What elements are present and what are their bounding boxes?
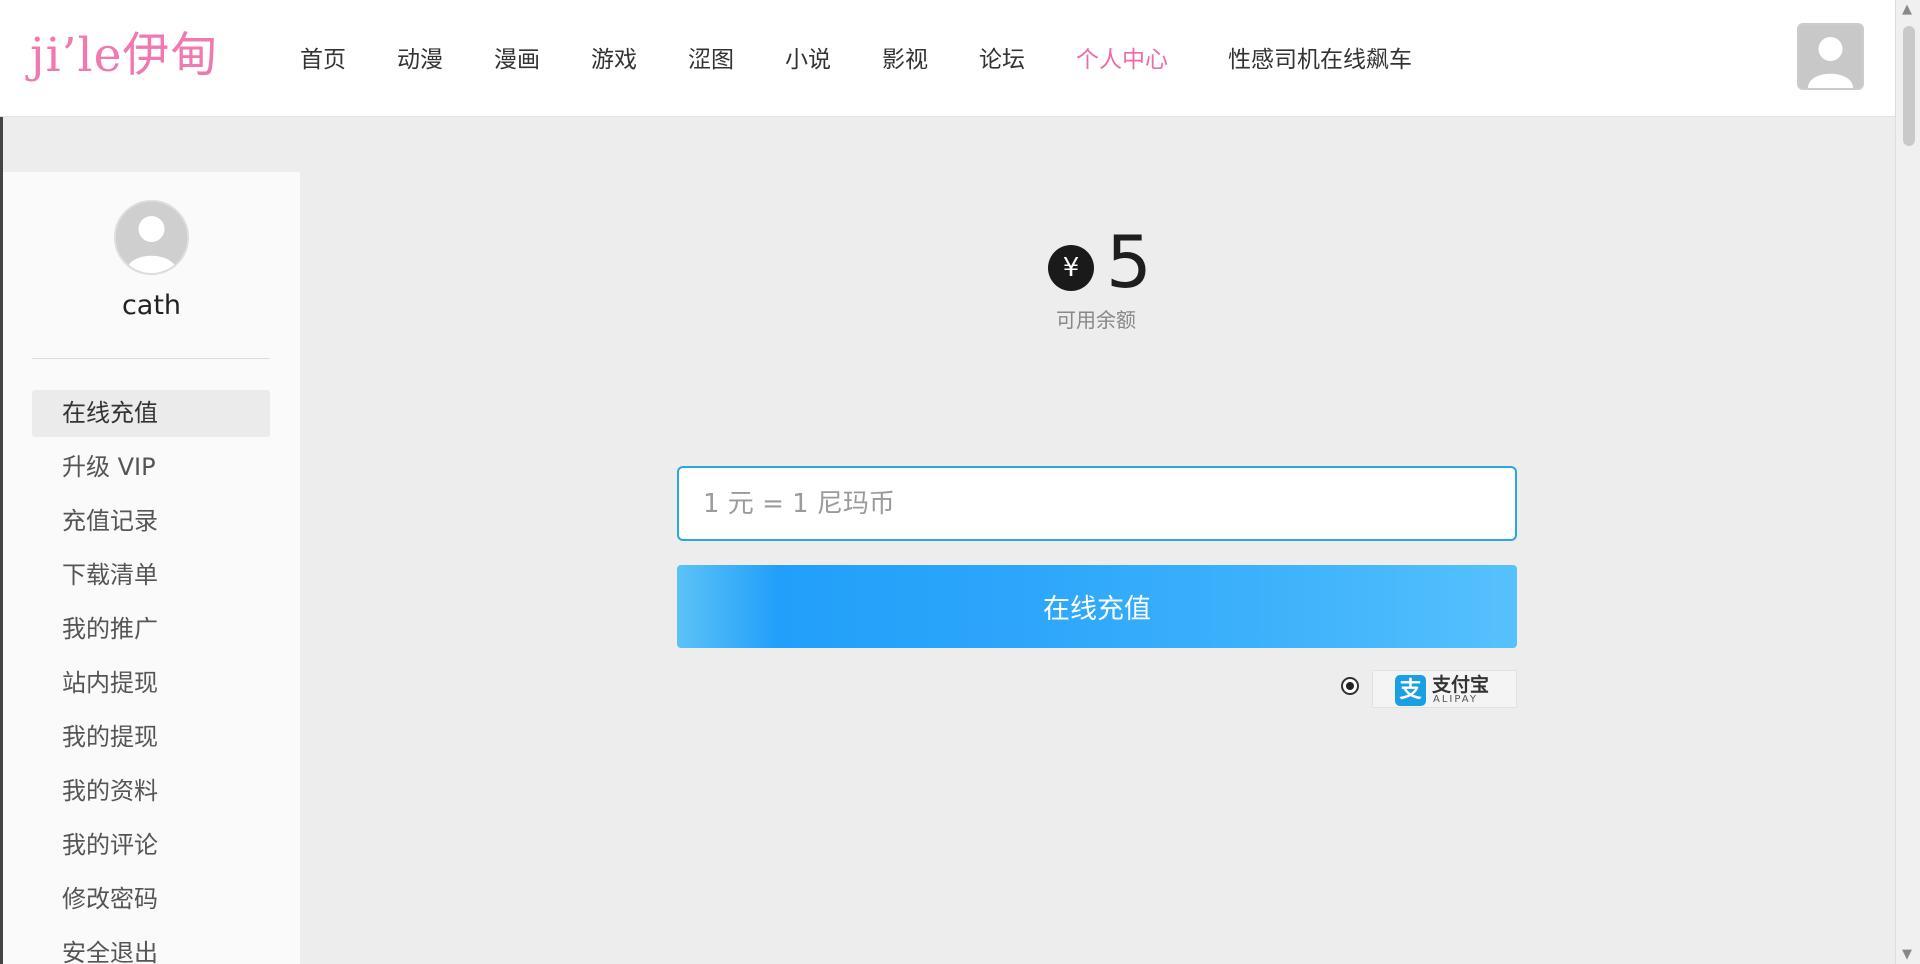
sidebar-item-recharge-history[interactable]: 充值记录 bbox=[32, 498, 270, 545]
nav-driver-online[interactable]: 性感司机在线飙车 bbox=[1228, 40, 1412, 80]
alipay-radio[interactable] bbox=[1341, 677, 1359, 695]
nav-anime[interactable]: 动漫 bbox=[397, 40, 443, 80]
yen-icon: ¥ bbox=[1048, 245, 1094, 291]
balance-display: ¥ 5 可用余额 bbox=[1046, 222, 1196, 342]
sidebar-item-upgrade-vip[interactable]: 升级 VIP bbox=[32, 444, 270, 491]
site-logo[interactable]: ji’le伊甸 bbox=[30, 28, 218, 84]
sidebar-divider bbox=[32, 358, 270, 359]
scroll-up-icon[interactable]: ▲ bbox=[1902, 2, 1912, 17]
username: cath bbox=[121, 290, 182, 321]
nav-novels[interactable]: 小说 bbox=[785, 40, 831, 80]
scrollbar-thumb[interactable] bbox=[1903, 26, 1915, 146]
sidebar-item-logout[interactable]: 安全退出 bbox=[32, 930, 270, 964]
scroll-down-icon[interactable]: ▼ bbox=[1902, 947, 1912, 962]
alipay-name-cn: 支付宝 bbox=[1432, 674, 1490, 696]
sidebar-item-withdraw[interactable]: 站内提现 bbox=[32, 660, 270, 707]
avatar-icon bbox=[1799, 25, 1862, 88]
balance-amount: 5 bbox=[1106, 220, 1152, 304]
sidebar-item-comments[interactable]: 我的评论 bbox=[32, 822, 270, 869]
sidebar-item-my-withdrawals[interactable]: 我的提现 bbox=[32, 714, 270, 761]
main-nav: 首页 动漫 漫画 游戏 涩图 小说 影视 论坛 个人中心 性感司机在线飙车 bbox=[300, 40, 1463, 80]
nav-home[interactable]: 首页 bbox=[300, 40, 346, 80]
recharge-button[interactable]: 在线充值 bbox=[677, 565, 1517, 648]
sidebar-item-profile[interactable]: 我的资料 bbox=[32, 768, 270, 815]
nav-video[interactable]: 影视 bbox=[882, 40, 928, 80]
top-header: ji’le伊甸 首页 动漫 漫画 游戏 涩图 小说 影视 论坛 个人中心 性感司… bbox=[0, 0, 1895, 117]
sidebar-menu: 在线充值 升级 VIP 充值记录 下载清单 我的推广 站内提现 我的提现 我的资… bbox=[32, 390, 270, 964]
page-scrollbar[interactable]: ▲ ▼ bbox=[1895, 0, 1920, 964]
nav-images[interactable]: 涩图 bbox=[688, 40, 734, 80]
nav-comics[interactable]: 漫画 bbox=[494, 40, 540, 80]
alipay-name-en: ALIPAY bbox=[1433, 694, 1478, 705]
sidebar-item-recharge[interactable]: 在线充值 bbox=[32, 390, 270, 437]
sidebar-item-change-password[interactable]: 修改密码 bbox=[32, 876, 270, 923]
nav-forum[interactable]: 论坛 bbox=[979, 40, 1025, 80]
nav-user-center[interactable]: 个人中心 bbox=[1076, 40, 1168, 80]
alipay-option[interactable]: 支 支付宝 ALIPAY bbox=[1372, 670, 1517, 708]
alipay-icon: 支 bbox=[1395, 675, 1426, 706]
user-avatar-button[interactable] bbox=[1797, 23, 1864, 90]
nav-games[interactable]: 游戏 bbox=[591, 40, 637, 80]
balance-label: 可用余额 bbox=[1056, 308, 1136, 332]
user-sidebar: cath 在线充值 升级 VIP 充值记录 下载清单 我的推广 站内提现 我的提… bbox=[3, 172, 300, 964]
sidebar-item-downloads[interactable]: 下载清单 bbox=[32, 552, 270, 599]
sidebar-item-referrals[interactable]: 我的推广 bbox=[32, 606, 270, 653]
profile-avatar bbox=[114, 200, 189, 275]
avatar-icon bbox=[116, 202, 187, 273]
recharge-amount-input[interactable] bbox=[677, 466, 1517, 541]
